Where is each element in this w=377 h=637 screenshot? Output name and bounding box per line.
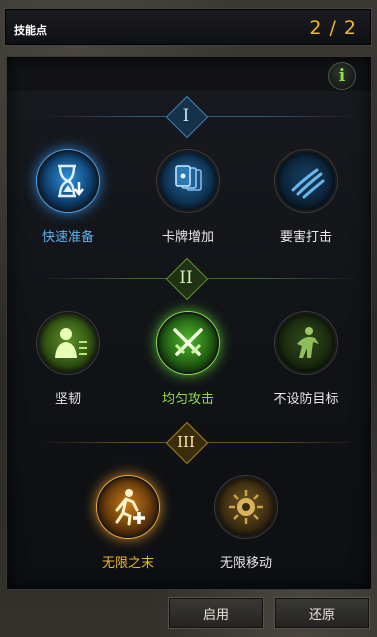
skill-name: 要害打击 (279, 230, 332, 245)
info-glyph: i (338, 65, 346, 86)
reset-button[interactable]: 还原 (274, 597, 370, 629)
crossed-swords-icon (157, 312, 219, 374)
tier-2-numeral: II (179, 268, 193, 288)
skill-defenseless-target[interactable]: 不设防目标 (256, 312, 356, 407)
skill-name: 不设防目标 (273, 392, 339, 407)
skill-infinite-end[interactable]: 无限之末 (78, 476, 178, 571)
ghoul-icon (275, 312, 337, 374)
skill-infinite-move[interactable]: 无限移动 (196, 476, 296, 571)
runner-plus-icon (97, 476, 159, 538)
skill-points-counter: 2 / 2 (309, 17, 357, 39)
skill-name: 卡牌增加 (161, 230, 214, 245)
skill-points-header: 技能点 2 / 2 (4, 8, 372, 46)
tier-1-badge: I (165, 95, 209, 139)
skill-name: 坚韧 (54, 392, 81, 407)
tier-2-badge: II (165, 257, 209, 301)
skill-vital-strike[interactable]: 要害打击 (256, 150, 356, 245)
header-title: 技能点 (14, 24, 47, 37)
info-icon[interactable]: i (328, 62, 356, 90)
tier-3-badge: III (165, 421, 209, 465)
figure-icon (37, 312, 99, 374)
skill-name: 快速准备 (41, 230, 94, 245)
skill-name: 均匀攻击 (161, 392, 214, 407)
sunburst-icon (215, 476, 277, 538)
skill-card-increase[interactable]: 卡牌增加 (138, 150, 238, 245)
skill-tenacity[interactable]: 坚韧 (18, 312, 118, 407)
panel-top-band (7, 57, 371, 91)
skill-name: 无限之末 (101, 556, 154, 571)
skill-quick-prepare[interactable]: 快速准备 (18, 150, 118, 245)
tier-3-numeral: III (177, 433, 195, 451)
skill-name: 无限移动 (219, 556, 272, 571)
tier-1-numeral: I (182, 106, 190, 126)
claw-slash-icon (275, 150, 337, 212)
cards-icon (157, 150, 219, 212)
hourglass-icon (37, 150, 99, 212)
apply-button[interactable]: 启用 (168, 597, 264, 629)
skill-even-attack[interactable]: 均匀攻击 (138, 312, 238, 407)
